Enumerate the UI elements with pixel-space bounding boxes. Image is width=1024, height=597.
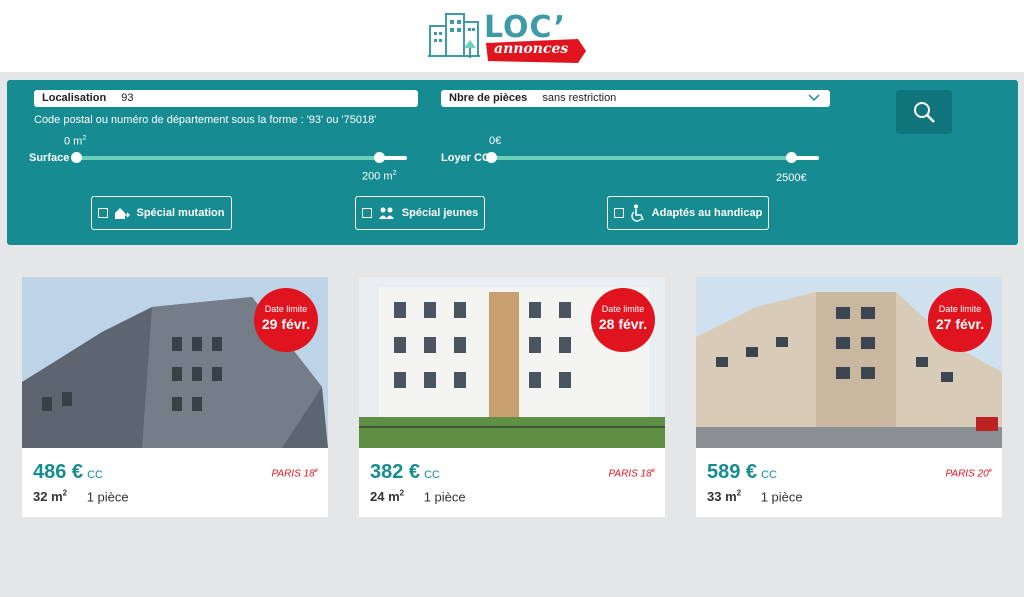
listing-price: 486 € CC xyxy=(33,461,103,483)
special-mutation-toggle[interactable]: Spécial mutation xyxy=(91,196,232,230)
site-header: LOC’ annonces xyxy=(0,0,1024,72)
surface-min-handle[interactable] xyxy=(71,152,82,163)
logo-subtitle: annonces xyxy=(494,41,569,57)
listing-photo: Date limite 27 févr. xyxy=(696,277,1002,448)
house-move-icon xyxy=(115,208,131,219)
special-youth-toggle[interactable]: Spécial jeunes xyxy=(355,196,485,230)
search-icon xyxy=(914,102,935,123)
checkbox[interactable] xyxy=(98,208,109,218)
deadline-badge: Date limite 27 févr. xyxy=(928,288,992,352)
listing-details: 33 m2 1 pièce xyxy=(707,489,803,504)
search-button[interactable] xyxy=(896,90,952,134)
people-icon xyxy=(378,207,394,219)
special-youth-label: Spécial jeunes xyxy=(401,207,479,219)
listing-surface: 32 m2 xyxy=(33,489,68,505)
listing-details: 24 m2 1 pièce xyxy=(370,489,466,504)
location-hint: Code postal ou numéro de département sou… xyxy=(34,114,377,126)
rent-max-value: 2500€ xyxy=(776,172,807,184)
rooms-label: Nbre de pièces xyxy=(449,92,528,104)
wheelchair-icon xyxy=(630,204,644,222)
chevron-down-icon xyxy=(808,94,820,102)
rent-slider-track[interactable] xyxy=(489,156,791,160)
deadline-badge: Date limite 29 févr. xyxy=(254,288,318,352)
listing-photo: Date limite 29 févr. xyxy=(22,277,328,448)
listing-city: PARIS 18e xyxy=(271,468,318,480)
surface-min-value: 0 m2 xyxy=(64,135,87,148)
rent-min-handle[interactable] xyxy=(486,152,497,163)
listing-photo: Date limite 28 févr. xyxy=(359,277,665,448)
listing-details: 32 m2 1 pièce xyxy=(33,489,129,504)
listing-card[interactable]: Date limite 28 févr. 382 € CC PARIS 18e 2… xyxy=(359,277,665,517)
rooms-select[interactable]: Nbre de pièces sans restriction xyxy=(441,90,830,107)
site-logo[interactable]: LOC’ annonces xyxy=(428,8,598,68)
surface-max-value: 200 m2 xyxy=(362,170,397,183)
listing-surface: 33 m2 xyxy=(707,489,742,505)
listing-card[interactable]: Date limite 29 févr. 486 € CC PARIS 18e 3… xyxy=(22,277,328,517)
rent-max-handle[interactable] xyxy=(786,152,797,163)
listing-city: PARIS 20e xyxy=(945,468,992,480)
handicap-toggle[interactable]: Adaptés au handicap xyxy=(607,196,769,230)
listing-rooms: 1 pièce xyxy=(86,489,129,505)
search-filters-panel: Localisation 93 Nbre de pièces sans rest… xyxy=(7,80,1018,245)
listing-rooms: 1 pièce xyxy=(760,489,803,505)
buildings-logo-icon xyxy=(428,13,480,58)
checkbox[interactable] xyxy=(361,208,372,218)
surface-max-handle[interactable] xyxy=(374,152,385,163)
listing-city: PARIS 18e xyxy=(608,468,655,480)
surface-slider-track[interactable] xyxy=(74,156,380,160)
listing-rooms: 1 pièce xyxy=(423,489,466,505)
handicap-label: Adaptés au handicap xyxy=(651,207,763,219)
rent-label: Loyer CC xyxy=(441,152,490,164)
listing-price: 382 € CC xyxy=(370,461,440,483)
location-value: 93 xyxy=(121,92,134,104)
location-input[interactable]: Localisation 93 xyxy=(34,90,418,107)
surface-label: Surface xyxy=(29,152,70,164)
listing-card[interactable]: Date limite 27 févr. 589 € CC PARIS 20e 3… xyxy=(696,277,1002,517)
rooms-value: sans restriction xyxy=(542,92,617,104)
listing-price: 589 € CC xyxy=(707,461,777,483)
listing-surface: 24 m2 xyxy=(370,489,405,505)
deadline-badge: Date limite 28 févr. xyxy=(591,288,655,352)
checkbox[interactable] xyxy=(613,208,624,218)
special-mutation-label: Spécial mutation xyxy=(136,207,225,219)
location-label: Localisation xyxy=(42,92,107,104)
rent-min-value: 0€ xyxy=(489,135,502,147)
